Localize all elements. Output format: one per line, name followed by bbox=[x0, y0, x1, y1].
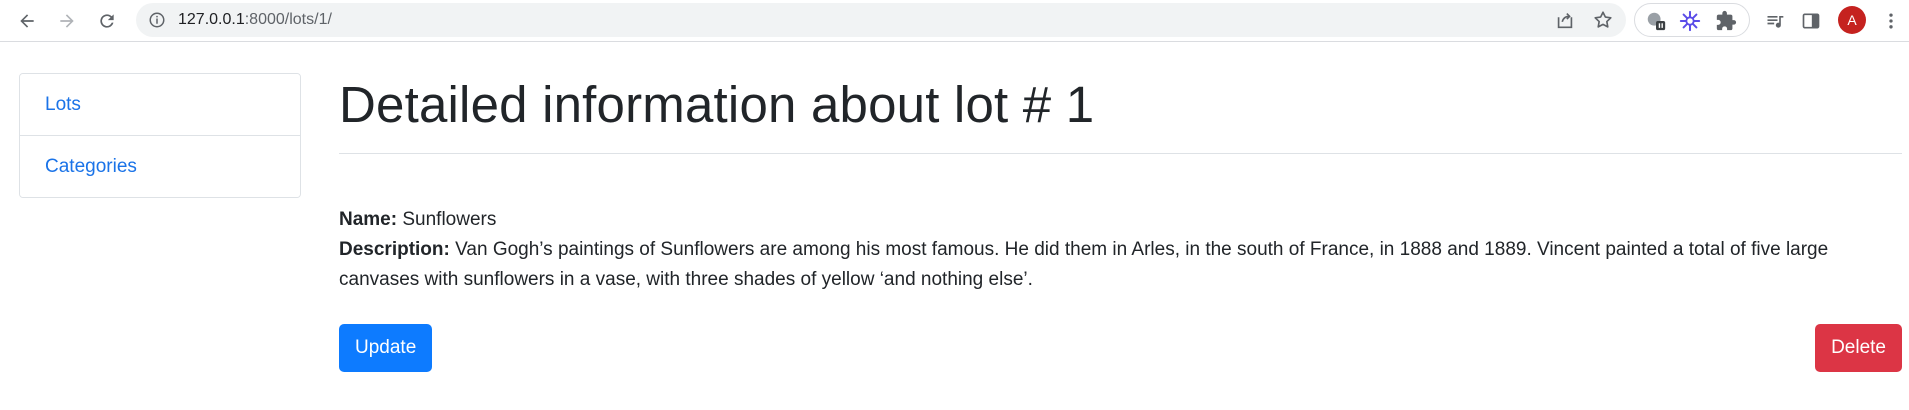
description-label: Description: bbox=[339, 239, 450, 260]
update-button[interactable]: Update bbox=[339, 324, 433, 372]
url-text[interactable]: 127.0.0.1:8000/lots/1/ bbox=[178, 11, 332, 29]
url-path: :8000/lots/1/ bbox=[244, 11, 332, 28]
lot-name: Name: Sunflowers bbox=[339, 205, 1902, 235]
avatar[interactable]: A bbox=[1838, 6, 1866, 34]
name-value: Sunflowers bbox=[402, 209, 497, 230]
avatar-letter: A bbox=[1847, 12, 1857, 28]
share-icon[interactable] bbox=[1554, 9, 1576, 31]
sparkle-icon[interactable] bbox=[1679, 10, 1701, 32]
name-label: Name: bbox=[339, 209, 398, 230]
description-value: Van Gogh’s paintings of Sunflowers are a… bbox=[339, 239, 1829, 290]
address-bar[interactable]: 127.0.0.1:8000/lots/1/ bbox=[136, 3, 1626, 37]
extensions-group bbox=[1634, 3, 1750, 37]
lot-description: Description: Van Gogh’s paintings of Sun… bbox=[339, 235, 1902, 295]
forward-icon[interactable] bbox=[52, 6, 82, 36]
divider bbox=[339, 153, 1902, 154]
reload-icon[interactable] bbox=[92, 6, 122, 36]
sidebar-item-lots[interactable]: Lots bbox=[20, 74, 300, 136]
media-icon[interactable] bbox=[1760, 6, 1790, 36]
translate-icon[interactable] bbox=[1645, 10, 1667, 32]
browser-toolbar: 127.0.0.1:8000/lots/1/ A bbox=[0, 0, 1909, 42]
main-content: Detailed information about lot # 1 Name:… bbox=[339, 72, 1902, 372]
page-title: Detailed information about lot # 1 bbox=[339, 76, 1095, 133]
back-icon[interactable] bbox=[12, 6, 42, 36]
delete-button[interactable]: Delete bbox=[1815, 324, 1902, 372]
url-host: 127.0.0.1 bbox=[178, 11, 245, 28]
star-icon[interactable] bbox=[1592, 9, 1614, 31]
sidebar-nav: Lots Categories bbox=[19, 73, 301, 198]
menu-icon[interactable] bbox=[1876, 6, 1906, 36]
info-icon[interactable] bbox=[148, 11, 166, 29]
sidebar-item-categories[interactable]: Categories bbox=[20, 136, 300, 197]
sidepanel-icon[interactable] bbox=[1796, 6, 1826, 36]
puzzle-icon[interactable] bbox=[1715, 10, 1737, 32]
